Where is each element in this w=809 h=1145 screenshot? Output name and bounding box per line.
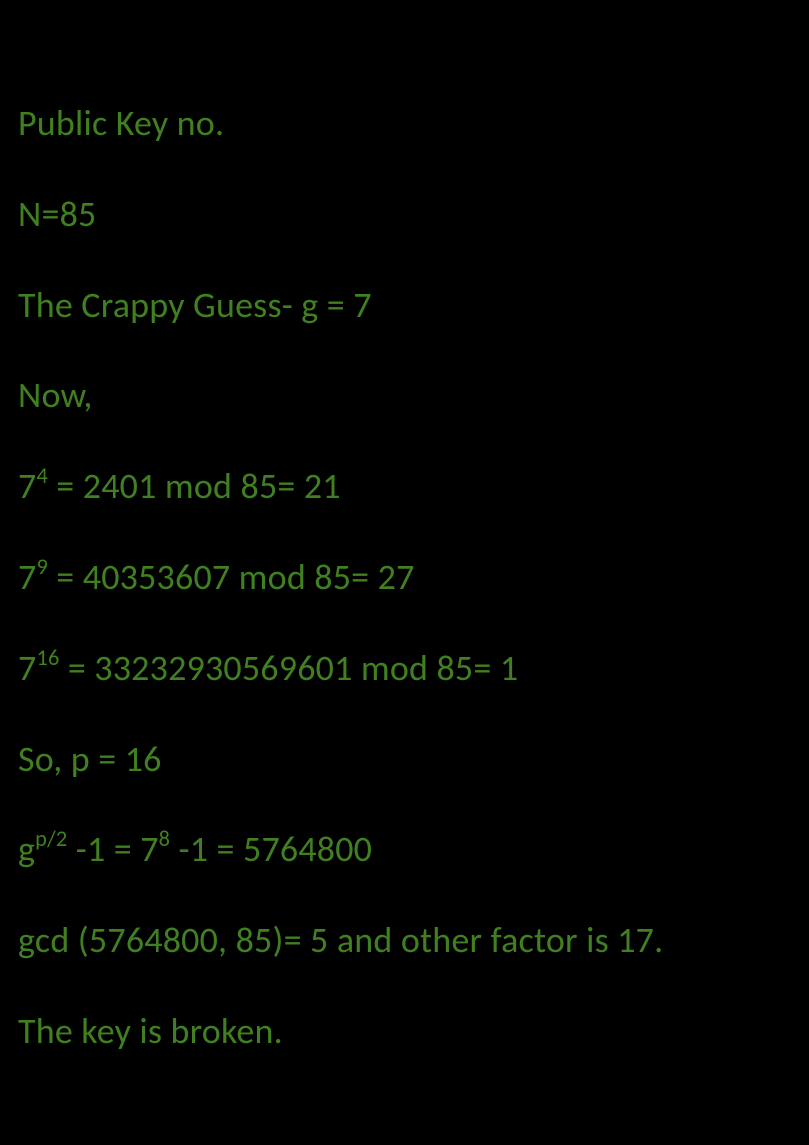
line-public-key: Public Key no. — [18, 100, 791, 147]
base: 7 — [18, 555, 36, 599]
line-broken: The key is broken. — [18, 1008, 791, 1055]
line-guess: The Crappy Guess- g = 7 — [18, 282, 791, 329]
line-calc-1: 74 = 2401 mod 85= 21 — [18, 463, 791, 510]
rest: = 2401 mod 85= 21 — [48, 464, 341, 508]
line-calc-2: 79 = 40353607 mod 85= 27 — [18, 554, 791, 601]
mid: -1 = 7 — [67, 827, 158, 871]
rest: = 33232930569601 mod 85= 1 — [59, 646, 518, 690]
exponent: 16 — [36, 644, 59, 671]
line-calc-3: 716 = 33232930569601 mod 85= 1 — [18, 645, 791, 692]
line-p-value: So, p = 16 — [18, 736, 791, 783]
base: 7 — [18, 646, 36, 690]
exponent: 4 — [36, 462, 48, 489]
g: g — [18, 827, 35, 871]
line-now: Now, — [18, 372, 791, 419]
tail: -1 = 5764800 — [170, 827, 372, 871]
line-n-value: N=85 — [18, 191, 791, 238]
line-gcd: gcd (5764800, 85)= 5 and other factor is… — [18, 917, 791, 964]
exponent: 9 — [36, 553, 48, 580]
exponent-8: 8 — [159, 825, 171, 852]
exponent-p2: p/2 — [35, 825, 67, 852]
base: 7 — [18, 464, 36, 508]
line-gp2: gp/2 -1 = 78 -1 = 5764800 — [18, 826, 791, 873]
rest: = 40353607 mod 85= 27 — [48, 555, 415, 599]
